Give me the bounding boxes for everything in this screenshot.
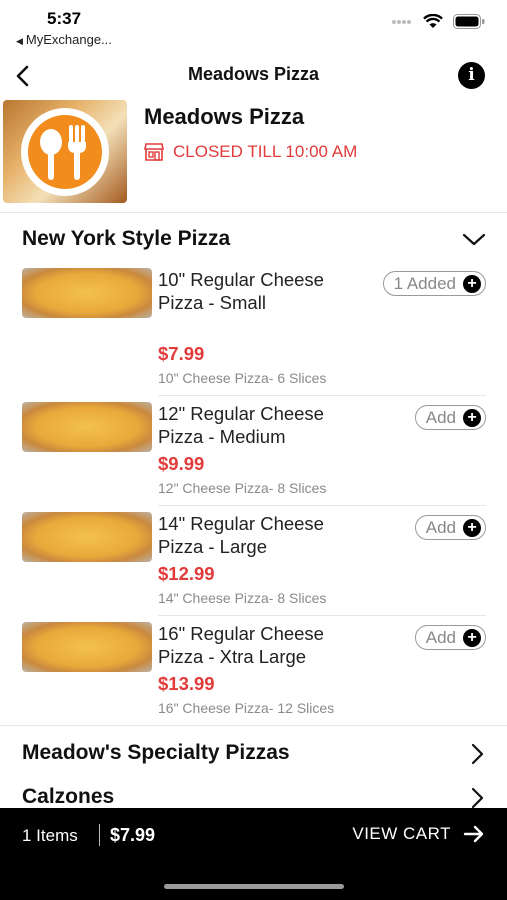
menu-item[interactable]: 12" Regular Cheese Pizza - Medium $9.99 … [0,402,507,502]
menu-item[interactable]: 10" Regular Cheese Pizza - Small $7.99 1… [0,268,507,388]
status-time: 5:37 [47,9,82,28]
item-image [22,622,152,672]
cart-total: $7.99 [110,825,156,845]
store-name: Meadows Pizza [144,104,305,129]
add-label: Add [425,517,456,537]
view-cart-label: VIEW CART [352,824,451,843]
add-button[interactable]: Add + [414,405,486,430]
category-title: Meadow's Specialty Pizzas [22,741,290,764]
store-status-text: CLOSED TILL 10:00 AM [173,142,358,161]
cart-separator [99,824,100,846]
item-price: $7.99 [158,343,205,364]
item-image [22,402,152,452]
category-divider [0,725,507,726]
add-label: Add [425,627,456,647]
menu-item[interactable]: 14" Regular Cheese Pizza - Large $12.99 … [0,512,507,612]
back-app-label: MyExchange... [25,32,112,47]
store-logo [3,100,127,203]
plus-icon: + [463,274,481,293]
item-description: 16" Cheese Pizza- 12 Slices [158,700,335,716]
back-triangle-icon: ◀ [16,36,23,46]
item-name: 12" Regular Cheese Pizza - Medium [158,403,324,447]
cart-item-count: 1 Items [22,826,78,845]
status-icons [391,14,485,29]
item-price: $12.99 [158,563,215,584]
item-image [22,512,152,562]
add-button[interactable]: Add + [414,515,486,540]
arrow-right-icon [463,825,484,843]
nav-bar: Meadows Pizza i [0,56,507,96]
chevron-right-icon [471,787,484,808]
view-cart-button[interactable]: VIEW CART [352,824,485,844]
add-label: Add [425,407,456,427]
item-divider [158,615,486,616]
battery-icon [453,14,485,29]
item-price: $13.99 [158,673,215,694]
add-button[interactable]: Add + [414,625,486,650]
item-divider [158,395,486,396]
category-header-new-york-style-pizza[interactable]: New York Style Pizza [0,218,507,262]
item-name: 16" Regular Cheese Pizza - Xtra Large [158,623,324,667]
item-description: 14" Cheese Pizza- 8 Slices [158,590,327,606]
chevron-right-icon [471,743,484,765]
signal-dots-icon [392,19,411,24]
store-status: CLOSED TILL 10:00 AM [144,142,357,162]
info-icon: i [468,65,475,85]
info-button[interactable]: i [458,62,485,89]
chevron-down-icon [462,233,486,246]
wifi-icon [423,14,443,28]
item-name: 14" Regular Cheese Pizza - Large [158,513,324,557]
store-header: Meadows Pizza CLOSED TILL 10:00 AM [0,96,507,213]
item-description: 12" Cheese Pizza- 8 Slices [158,480,327,496]
item-description: 10" Cheese Pizza- 6 Slices [158,370,327,386]
storefront-icon [144,143,164,161]
item-divider [158,505,486,506]
category-header-calzones[interactable]: Calzones [0,776,507,808]
status-bar: 5:37 ◀ MyExchange... [0,0,507,52]
page-title: Meadows Pizza [187,64,320,84]
back-to-app-link[interactable]: ◀ MyExchange... [16,32,112,47]
item-name: 10" Regular Cheese Pizza - Small [158,269,324,313]
menu-item[interactable]: 16" Regular Cheese Pizza - Xtra Large $1… [0,622,507,722]
restaurant-logo-icon [21,108,109,196]
home-indicator [164,884,344,889]
plus-icon: + [463,628,481,647]
plus-icon: + [463,518,481,537]
added-button[interactable]: 1 Added + [382,271,486,296]
category-title: New York Style Pizza [22,227,231,250]
item-price: $9.99 [158,453,205,474]
item-image [22,268,152,318]
category-header-specialty-pizzas[interactable]: Meadow's Specialty Pizzas [0,732,507,776]
plus-icon: + [463,408,481,427]
added-label: 1 Added [393,273,456,293]
category-title: Calzones [22,785,115,808]
